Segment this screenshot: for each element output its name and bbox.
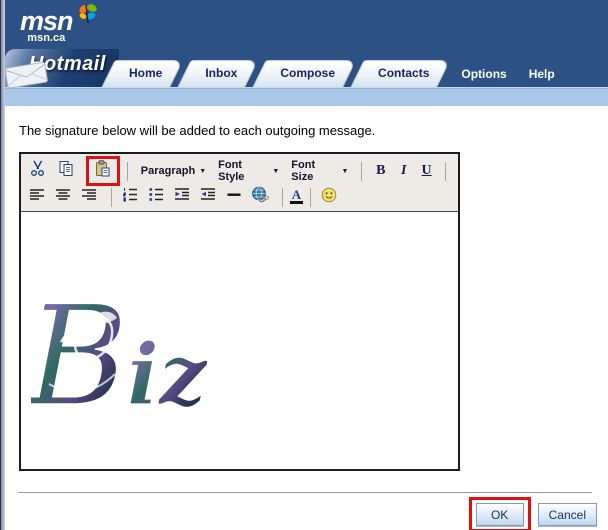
msn-header: msn msn.ca (0, 0, 608, 55)
signature-image[interactable]: B iz (23, 275, 249, 437)
emoticon-button[interactable] (318, 187, 340, 207)
main-content: The signature below will be added to eac… (0, 106, 608, 471)
nav-tabs: Home Inbox Compose Contacts Options Help (101, 60, 577, 87)
outdent-button[interactable] (171, 187, 193, 207)
align-center-button[interactable] (52, 187, 74, 207)
font-size-dropdown[interactable]: Font Size ▼ (291, 159, 348, 183)
insert-link-button[interactable] (249, 186, 271, 208)
tab-contacts-label: Contacts (378, 66, 430, 80)
toolbar-row-1: Paragraph ▼ Font Style ▼ Font Size ▼ B I… (26, 156, 453, 186)
tab-home-label: Home (129, 66, 163, 80)
indent-icon (200, 187, 216, 207)
toolbar-separator (111, 187, 112, 207)
intro-text: The signature below will be added to eac… (19, 123, 376, 138)
chevron-down-icon: ▼ (272, 167, 280, 175)
align-center-icon (55, 188, 71, 207)
toolbar-separator (445, 161, 447, 181)
footer-divider (18, 492, 592, 493)
chevron-down-icon: ▼ (199, 167, 207, 175)
insert-link-icon (251, 186, 270, 208)
align-right-icon (81, 188, 97, 207)
paste-highlight-box (85, 156, 120, 186)
emoticon-icon (321, 187, 337, 208)
font-style-dropdown-label: Font Style (218, 159, 245, 183)
paragraph-dropdown[interactable]: Paragraph ▼ (141, 165, 206, 177)
paragraph-dropdown-label: Paragraph (140, 165, 196, 177)
tab-compose-label: Compose (280, 66, 336, 80)
bold-button[interactable]: B (369, 163, 392, 179)
horizontal-rule-button[interactable] (223, 187, 245, 207)
copy-icon (58, 160, 75, 182)
cancel-button[interactable]: Cancel (537, 503, 597, 526)
bullet-list-button[interactable] (145, 187, 167, 207)
numbered-list-icon (122, 187, 138, 207)
paste-icon (94, 160, 111, 182)
cut-button[interactable] (26, 160, 49, 182)
link-help[interactable]: Help (529, 67, 555, 81)
underline-button[interactable]: U (415, 163, 438, 179)
toolbar-separator (361, 161, 363, 181)
align-left-icon (29, 188, 45, 207)
align-right-button[interactable] (78, 187, 100, 207)
signature-rest-letters: iz (127, 325, 209, 424)
tab-compose[interactable]: Compose (252, 60, 357, 87)
copy-button[interactable] (55, 160, 78, 182)
hotmail-signature-page: msn msn.ca Hotmail Home Inbox Compose Co… (0, 0, 608, 530)
header-links: Options Help (461, 67, 576, 87)
toolbar-separator (310, 187, 311, 207)
signature-edit-area[interactable]: B iz (21, 212, 458, 469)
toolbar-separator (282, 187, 283, 207)
numbered-list-button[interactable] (119, 187, 141, 207)
font-style-dropdown[interactable]: Font Style ▼ (218, 159, 279, 183)
indent-button[interactable] (197, 187, 219, 207)
tab-contacts[interactable]: Contacts (350, 60, 451, 87)
bullet-list-icon (148, 187, 164, 207)
outdent-icon (174, 187, 190, 207)
chevron-down-icon: ▼ (341, 167, 349, 175)
footer-buttons: OK Cancel (0, 497, 608, 530)
align-left-button[interactable] (26, 187, 48, 207)
hotmail-brand: Hotmail (4, 49, 119, 89)
toolbar-separator (126, 161, 128, 181)
tab-inbox-label: Inbox (205, 66, 238, 80)
msn-logo[interactable]: msn msn.ca (20, 4, 97, 44)
cut-icon (29, 160, 46, 182)
window-left-edge (0, 0, 5, 530)
msn-logo-text: msn (20, 6, 74, 36)
font-color-swatch (290, 201, 303, 204)
ok-button[interactable]: OK (475, 503, 524, 526)
sub-header-bar (0, 87, 608, 106)
link-options[interactable]: Options (461, 67, 506, 81)
font-color-button[interactable]: A (290, 187, 303, 204)
tab-inbox[interactable]: Inbox (177, 60, 259, 87)
msn-butterfly-icon (76, 2, 98, 31)
toolbar-row-2: A (26, 185, 453, 209)
ok-highlight-box: OK (468, 497, 531, 530)
paste-button[interactable] (91, 160, 115, 182)
msn-region-text: msn.ca (27, 32, 66, 44)
font-size-dropdown-label: Font Size (291, 159, 316, 183)
hotmail-banner: Hotmail Home Inbox Compose Contacts Opti… (0, 49, 608, 89)
signature-editor: Paragraph ▼ Font Style ▼ Font Size ▼ B I… (19, 152, 460, 471)
italic-button[interactable]: I (392, 163, 415, 179)
font-color-icon: A (291, 187, 302, 202)
editor-toolbar: Paragraph ▼ Font Style ▼ Font Size ▼ B I… (21, 154, 458, 212)
tab-home[interactable]: Home (101, 60, 184, 87)
horizontal-rule-icon (226, 187, 242, 207)
envelope-icon (2, 57, 52, 94)
